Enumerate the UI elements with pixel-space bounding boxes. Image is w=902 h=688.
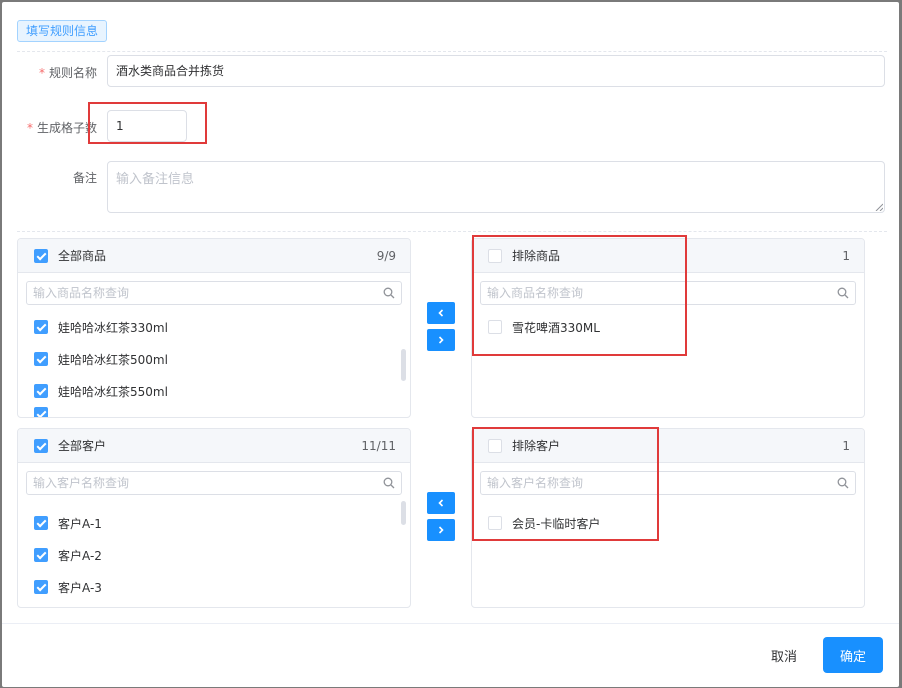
scrollbar[interactable] bbox=[401, 501, 406, 525]
excluded-products-checkbox[interactable] bbox=[488, 248, 502, 263]
chevron-right-icon bbox=[438, 336, 444, 344]
list-item[interactable]: 客户A-3 bbox=[18, 571, 410, 603]
customer-search-box bbox=[26, 471, 402, 495]
all-products-title: 全部商品 bbox=[58, 249, 107, 263]
required-mark: * bbox=[26, 121, 33, 135]
move-left-button[interactable] bbox=[427, 492, 455, 514]
item-checkbox[interactable] bbox=[34, 548, 48, 562]
rule-name-label: * 规则名称 bbox=[38, 66, 97, 80]
excluded-products-header: 排除商品 1 bbox=[472, 239, 864, 273]
all-products-count: 9/9 bbox=[376, 248, 396, 263]
all-customers-checkbox[interactable] bbox=[34, 438, 48, 453]
search-icon[interactable] bbox=[837, 477, 849, 489]
move-right-button[interactable] bbox=[427, 519, 455, 541]
resize-handle-icon[interactable] bbox=[875, 203, 883, 211]
all-products-panel: 全部商品 9/9 娃哈哈冰红茶330ml 娃哈哈冰红茶500ml 娃哈哈冰红茶5… bbox=[17, 238, 411, 418]
required-mark: * bbox=[38, 66, 45, 80]
excluded-products-list: 雪花啤酒330ML bbox=[472, 305, 864, 417]
excluded-products-count: 1 bbox=[842, 248, 850, 263]
scrollbar[interactable] bbox=[401, 349, 406, 381]
rule-dialog: 填写规则信息 * 规则名称 酒水类商品合并拣货 * 生成格子数 1 备注 输入备注信… bbox=[2, 2, 899, 687]
chevron-right-icon bbox=[438, 526, 444, 534]
excluded-products-panel: 排除商品 1 雪花啤酒330ML bbox=[471, 238, 865, 418]
excluded-product-search-input[interactable] bbox=[487, 286, 837, 300]
grid-count-label: * 生成格子数 bbox=[26, 121, 97, 135]
excluded-customer-search-input[interactable] bbox=[487, 476, 837, 490]
list-item[interactable]: 娃哈哈冰红茶550ml bbox=[18, 375, 410, 407]
item-checkbox[interactable] bbox=[488, 320, 502, 334]
all-customers-header: 全部客户 11/11 bbox=[18, 429, 410, 463]
excluded-customers-title: 排除客户 bbox=[512, 439, 561, 453]
all-customers-panel: 全部客户 11/11 客户A-1 客户A-2 客户A-3 bbox=[17, 428, 411, 608]
chevron-left-icon bbox=[438, 499, 444, 507]
excluded-customers-header: 排除客户 1 bbox=[472, 429, 864, 463]
rule-name-input[interactable]: 酒水类商品合并拣货 bbox=[107, 55, 885, 87]
product-search-input[interactable] bbox=[33, 286, 383, 300]
excluded-customers-list: 会员-卡临时客户 bbox=[472, 495, 864, 607]
footer-divider bbox=[2, 623, 899, 624]
divider-middle bbox=[17, 231, 887, 232]
item-checkbox[interactable] bbox=[34, 352, 48, 366]
all-products-checkbox[interactable] bbox=[34, 248, 48, 263]
chevron-left-icon bbox=[438, 309, 444, 317]
excluded-customers-checkbox[interactable] bbox=[488, 438, 502, 453]
excluded-customer-search-box bbox=[480, 471, 856, 495]
all-products-list: 娃哈哈冰红茶330ml 娃哈哈冰红茶500ml 娃哈哈冰红茶550ml bbox=[18, 305, 410, 417]
all-customers-title: 全部客户 bbox=[58, 439, 107, 453]
move-left-button[interactable] bbox=[427, 302, 455, 324]
excluded-product-search-box bbox=[480, 281, 856, 305]
list-item[interactable]: 客户A-2 bbox=[18, 539, 410, 571]
search-icon[interactable] bbox=[383, 477, 395, 489]
move-right-button[interactable] bbox=[427, 329, 455, 351]
search-icon[interactable] bbox=[837, 287, 849, 299]
list-item[interactable]: 客户A-1 bbox=[18, 507, 410, 539]
remark-textarea[interactable]: 输入备注信息 bbox=[107, 161, 885, 213]
section-tag: 填写规则信息 bbox=[17, 20, 108, 42]
item-checkbox[interactable] bbox=[34, 580, 48, 594]
list-item-partial bbox=[18, 407, 410, 417]
list-item[interactable]: 雪花啤酒330ML bbox=[472, 311, 864, 343]
customer-search-input[interactable] bbox=[33, 476, 383, 490]
excluded-customers-count: 1 bbox=[842, 438, 850, 453]
item-checkbox[interactable] bbox=[488, 516, 502, 530]
all-products-header: 全部商品 9/9 bbox=[18, 239, 410, 273]
list-item[interactable]: 娃哈哈冰红茶330ml bbox=[18, 311, 410, 343]
remark-label: 备注 bbox=[72, 171, 97, 185]
all-customers-count: 11/11 bbox=[361, 438, 396, 453]
excluded-products-title: 排除商品 bbox=[512, 249, 561, 263]
product-search-box bbox=[26, 281, 402, 305]
item-checkbox[interactable] bbox=[34, 320, 48, 334]
item-checkbox[interactable] bbox=[34, 384, 48, 398]
divider-top bbox=[17, 51, 887, 52]
search-icon[interactable] bbox=[383, 287, 395, 299]
grid-count-input[interactable]: 1 bbox=[107, 110, 187, 142]
all-customers-list: 客户A-1 客户A-2 客户A-3 bbox=[18, 495, 410, 607]
item-checkbox[interactable] bbox=[34, 516, 48, 530]
list-item[interactable]: 娃哈哈冰红茶500ml bbox=[18, 343, 410, 375]
confirm-button[interactable]: 确定 bbox=[823, 637, 883, 673]
excluded-customers-panel: 排除客户 1 会员-卡临时客户 bbox=[471, 428, 865, 608]
list-item[interactable]: 会员-卡临时客户 bbox=[472, 507, 864, 539]
cancel-button[interactable]: 取消 bbox=[763, 642, 805, 674]
